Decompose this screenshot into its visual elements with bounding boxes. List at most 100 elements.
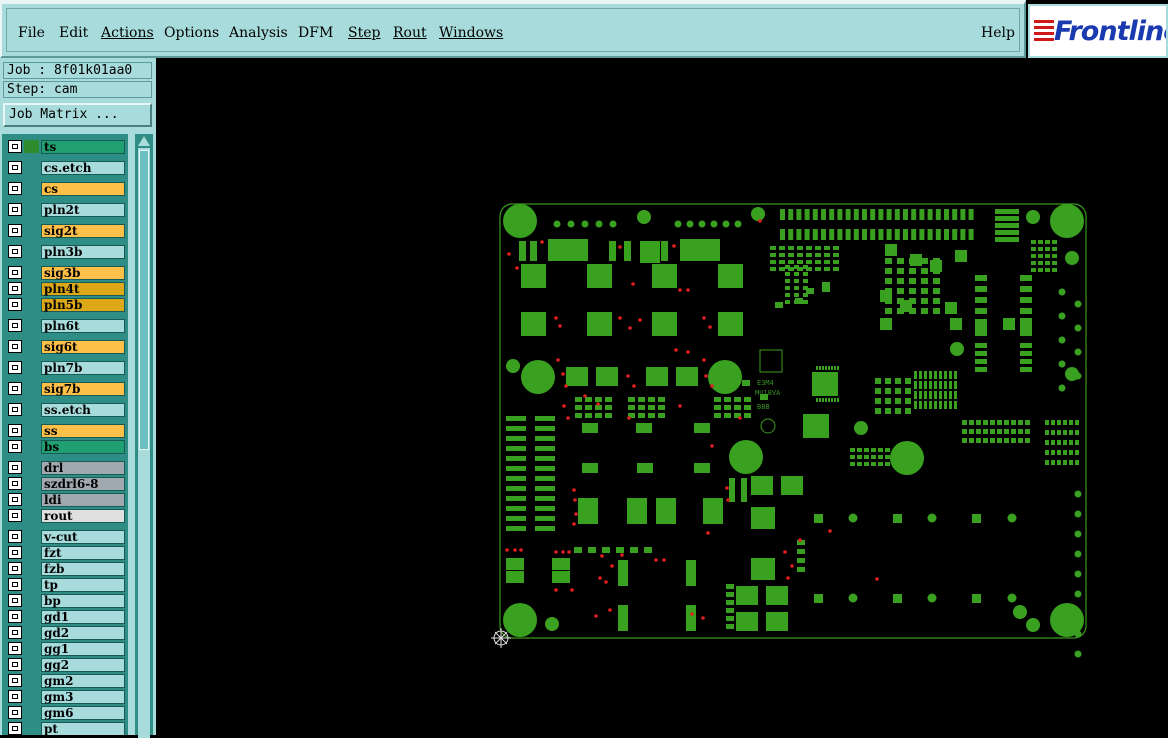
layer-name[interactable]: szdrl6-8 xyxy=(41,477,125,491)
layer-name[interactable]: pln7b xyxy=(41,361,125,375)
layer-checkbox[interactable] xyxy=(8,282,22,295)
layer-checkbox[interactable] xyxy=(8,658,22,671)
layer-checkbox[interactable] xyxy=(8,203,22,216)
layer-checkbox[interactable] xyxy=(8,610,22,623)
layer-checkbox[interactable] xyxy=(8,440,22,453)
layer-name[interactable]: gg1 xyxy=(41,642,125,656)
layer-name[interactable]: sig3b xyxy=(41,266,125,280)
small-pad xyxy=(933,268,940,274)
layer-checkbox[interactable] xyxy=(8,562,22,575)
layer-name[interactable]: pln2t xyxy=(41,203,125,217)
job-matrix-button[interactable]: Job Matrix ... xyxy=(3,103,152,127)
layer-name[interactable]: pln3b xyxy=(41,245,125,259)
layer-checkbox[interactable] xyxy=(8,161,22,174)
pad-strip xyxy=(535,516,555,521)
layer-name[interactable]: v-cut xyxy=(41,530,125,544)
layer-checkbox[interactable] xyxy=(8,424,22,437)
layer-checkbox[interactable] xyxy=(8,706,22,719)
layer-checkbox[interactable] xyxy=(8,140,22,153)
scroll-up-arrow-icon[interactable] xyxy=(138,136,150,146)
qfp-pin xyxy=(939,381,942,389)
red-via xyxy=(561,372,565,376)
menu-edit[interactable]: Edit xyxy=(59,25,88,41)
layer-name[interactable]: fzb xyxy=(41,562,125,576)
qfp-pin xyxy=(944,371,947,379)
layer-name[interactable]: sig6t xyxy=(41,340,125,354)
small-pad xyxy=(1045,460,1049,465)
layer-name[interactable]: pt xyxy=(41,722,125,735)
small-pad xyxy=(726,616,734,621)
layer-checkbox[interactable] xyxy=(8,493,22,506)
layer-checkbox[interactable] xyxy=(8,546,22,559)
layer-checkbox[interactable] xyxy=(8,382,22,395)
layer-checkbox[interactable] xyxy=(8,319,22,332)
layer-name[interactable]: pln4t xyxy=(41,282,125,296)
layer-name[interactable]: ts xyxy=(41,140,125,154)
layer-name[interactable]: gd2 xyxy=(41,626,125,640)
layer-checkbox[interactable] xyxy=(8,224,22,237)
menu-dfm[interactable]: DFM xyxy=(298,25,333,41)
layer-checkbox[interactable] xyxy=(8,722,22,735)
layer-name[interactable]: fzt xyxy=(41,546,125,560)
layer-checkbox[interactable] xyxy=(8,266,22,279)
scrollbar-thumb[interactable] xyxy=(139,150,149,450)
layer-checkbox[interactable] xyxy=(8,626,22,639)
layer-name[interactable]: bp xyxy=(41,594,125,608)
layer-checkbox[interactable] xyxy=(8,340,22,353)
small-pad xyxy=(602,547,610,553)
menu-options[interactable]: Options xyxy=(164,25,219,41)
smd-pad xyxy=(1020,319,1032,325)
red-via xyxy=(828,529,832,533)
layer-checkbox[interactable] xyxy=(8,403,22,416)
layer-checkbox[interactable] xyxy=(8,594,22,607)
layer-checkbox[interactable] xyxy=(8,674,22,687)
menu-rout[interactable]: Rout xyxy=(393,25,427,41)
layer-name[interactable]: gg2 xyxy=(41,658,125,672)
menu-file[interactable]: File xyxy=(18,25,45,41)
connector-pin xyxy=(894,229,900,240)
menu-windows[interactable]: Windows xyxy=(439,25,503,41)
small-pad xyxy=(797,567,805,572)
layer-name[interactable]: pln5b xyxy=(41,298,125,312)
layer-name[interactable]: gm6 xyxy=(41,706,125,720)
menu-analysis[interactable]: Analysis xyxy=(229,25,288,41)
layer-name[interactable]: cs xyxy=(41,182,125,196)
layer-name[interactable]: pln6t xyxy=(41,319,125,333)
layer-checkbox[interactable] xyxy=(8,361,22,374)
layer-name[interactable]: tp xyxy=(41,578,125,592)
layer-name[interactable]: bs xyxy=(41,440,125,454)
pad-strip xyxy=(506,476,526,481)
layer-name[interactable]: gd1 xyxy=(41,610,125,624)
menu-actions[interactable]: Actions xyxy=(101,25,154,41)
graphic-canvas[interactable]: E3M4 MU18VA B8B xyxy=(156,58,1168,735)
layer-name[interactable]: ss xyxy=(41,424,125,438)
smd-pad xyxy=(646,367,668,386)
layer-name[interactable]: ss.etch xyxy=(41,403,125,417)
layer-checkbox[interactable] xyxy=(8,530,22,543)
layer-checkbox[interactable] xyxy=(8,690,22,703)
layer-checkbox[interactable] xyxy=(8,245,22,258)
layer-name[interactable]: cs.etch xyxy=(41,161,125,175)
layer-checkbox[interactable] xyxy=(8,509,22,522)
layer-name[interactable]: gm2 xyxy=(41,674,125,688)
layer-checkbox[interactable] xyxy=(8,578,22,591)
connector-pin xyxy=(903,229,908,240)
menu-step[interactable]: Step xyxy=(348,25,380,41)
layer-name[interactable]: rout xyxy=(41,509,125,523)
layer-name[interactable]: sig2t xyxy=(41,224,125,238)
small-pad xyxy=(933,278,940,284)
smd-pad xyxy=(1020,308,1032,314)
layer-name[interactable]: drl xyxy=(41,461,125,475)
layer-name[interactable]: gm3 xyxy=(41,690,125,704)
layer-name[interactable]: sig7b xyxy=(41,382,125,396)
layer-checkbox[interactable] xyxy=(8,182,22,195)
layer-checkbox[interactable] xyxy=(8,642,22,655)
small-pad xyxy=(644,547,652,553)
layer-checkbox[interactable] xyxy=(8,298,22,311)
menu-help[interactable]: Help xyxy=(981,25,1015,41)
layer-list-scrollbar[interactable] xyxy=(135,134,153,738)
layer-name[interactable]: ldi xyxy=(41,493,125,507)
small-pad xyxy=(976,438,981,443)
layer-checkbox[interactable] xyxy=(8,461,22,474)
layer-checkbox[interactable] xyxy=(8,477,22,490)
